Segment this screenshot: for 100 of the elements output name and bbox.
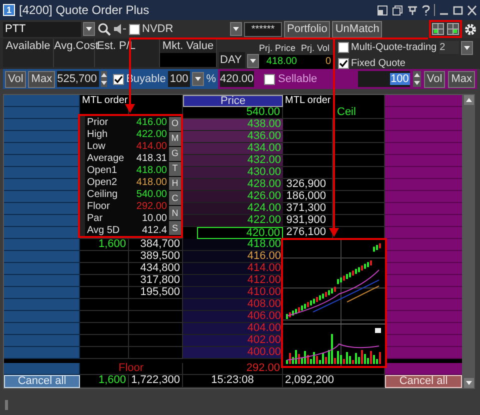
sell-queue-cell[interactable] [385,287,462,299]
price-cell[interactable]: 434.00 [183,143,283,155]
sell-queue-cell[interactable] [385,107,462,119]
price-cell[interactable]: 438.00 [183,119,283,131]
buy-queue-cell[interactable] [4,227,80,239]
sell-queue-cell[interactable] [385,167,462,179]
buy-queue-cell[interactable] [4,335,80,347]
sell-queue-cell[interactable] [385,363,462,375]
checkbox[interactable] [129,24,140,34]
checkbox[interactable] [338,42,349,53]
info-tab[interactable]: H [169,176,181,190]
buy-queue-cell[interactable] [4,203,80,215]
buy-queue-cell[interactable] [4,251,80,263]
dropdown-button[interactable] [247,54,259,68]
sell-queue-cell[interactable] [385,275,462,287]
validity-field[interactable]: DAY [219,52,245,68]
vol-button[interactable]: Vol [424,70,446,88]
buy-queue-cell[interactable] [4,263,80,275]
vol-button[interactable]: Vol [5,70,26,88]
dropdown-button[interactable] [83,22,95,36]
buy-queue-cell[interactable] [4,143,80,155]
buy-queue-cell[interactable] [4,95,80,107]
price-cell[interactable]: 432.00 [183,155,283,167]
info-tab[interactable]: C [169,191,181,206]
symbol-field[interactable]: PTT [3,22,81,36]
buy-queue-cell[interactable] [4,191,80,203]
sell-queue-cell[interactable] [385,191,462,203]
copy-window-icon[interactable] [392,4,403,16]
price-field[interactable]: 420.00 [220,71,254,87]
sell-queue-cell[interactable] [385,323,462,335]
buy-queue-cell[interactable] [4,347,80,359]
toolbar-button[interactable]: Portfolio [284,20,330,38]
buy-queue-cell[interactable] [4,311,80,323]
price-cell[interactable]: 424.00 [183,203,283,215]
price-cell[interactable]: 412.00 [183,275,283,287]
price-cell[interactable]: 408.00 [183,299,283,311]
column-header[interactable]: MTL order [283,95,385,107]
sell-queue-cell[interactable] [385,227,462,239]
price-cell[interactable]: 428.00 [183,179,283,191]
sell-queue-cell[interactable] [385,299,462,311]
price-cell[interactable]: 430.00 [183,167,283,179]
help-icon[interactable] [422,4,430,16]
buy-queue-cell[interactable] [4,131,80,143]
sell-queue-cell[interactable] [385,143,462,155]
price-cell[interactable]: 402.00 [183,335,283,347]
price-cell[interactable]: 416.00 [183,251,283,263]
buy-queue-cell[interactable] [4,299,80,311]
price-cell[interactable]: 414.00 [183,263,283,275]
maximize-icon[interactable] [453,4,463,16]
dropdown-button[interactable] [192,72,204,86]
buy-queue-cell[interactable] [4,119,80,131]
scrollbar[interactable] [463,94,475,389]
sell-queue-cell[interactable] [385,179,462,191]
buy-queue-cell[interactable] [4,107,80,119]
buy-queue-cell[interactable] [4,179,80,191]
sell-queue-cell[interactable] [385,251,462,263]
sell-queue-cell[interactable] [385,335,462,347]
dropdown-button[interactable] [460,40,473,54]
price-cell[interactable]: 426.00 [183,191,283,203]
speaker-icon[interactable] [113,22,127,36]
scroll-down-icon[interactable] [464,378,474,388]
price-cell[interactable]: 404.00 [183,323,283,335]
checkbox[interactable] [338,58,349,69]
sell-queue-cell[interactable] [385,215,462,227]
pin-icon[interactable] [407,4,418,16]
buy-queue-cell[interactable] [4,167,80,179]
sell-queue-cell[interactable] [385,347,462,359]
sell-queue-cell[interactable] [385,239,462,251]
cancel-all-button[interactable]: Cancel all [4,375,80,388]
price-cell[interactable]: 406.00 [183,311,283,323]
info-tab[interactable]: T [169,162,181,176]
buy-queue-cell[interactable] [4,363,80,375]
grid-layout-icon[interactable] [447,23,459,35]
cancel-all-button[interactable]: Cancel all [385,375,462,388]
price-cell[interactable]: 422.00 [183,215,283,227]
sell-queue-cell[interactable] [385,203,462,215]
sell-queue-cell[interactable] [385,119,462,131]
sell-queue-cell[interactable] [385,263,462,275]
price-cell[interactable]: 436.00 [183,131,283,143]
close-icon[interactable] [467,4,477,16]
info-tab[interactable]: S [169,221,181,235]
checkbox[interactable] [113,74,124,84]
max-button[interactable]: Max [28,70,56,88]
buy-queue-cell[interactable] [4,287,80,299]
column-header[interactable]: MTL order [80,95,183,107]
search-icon[interactable] [97,22,111,36]
price-cell[interactable]: 420.00 [197,227,283,239]
info-tab[interactable]: N [169,206,181,220]
grid-layout-icon[interactable] [432,23,444,35]
multi-quote-count-field[interactable]: 2 [438,41,459,54]
pin-field[interactable]: ****** [244,22,282,36]
toolbar-button[interactable]: UnMatch [332,20,382,38]
spinner-control[interactable] [412,71,421,87]
sell-percent-field[interactable]: 100 [358,71,410,87]
buy-queue-cell[interactable] [4,155,80,167]
spinner-control[interactable] [100,71,107,87]
sell-queue-cell[interactable] [385,155,462,167]
price-cell[interactable]: 410.00 [183,287,283,299]
buy-queue-cell[interactable] [4,215,80,227]
info-tab[interactable]: G [169,146,181,161]
